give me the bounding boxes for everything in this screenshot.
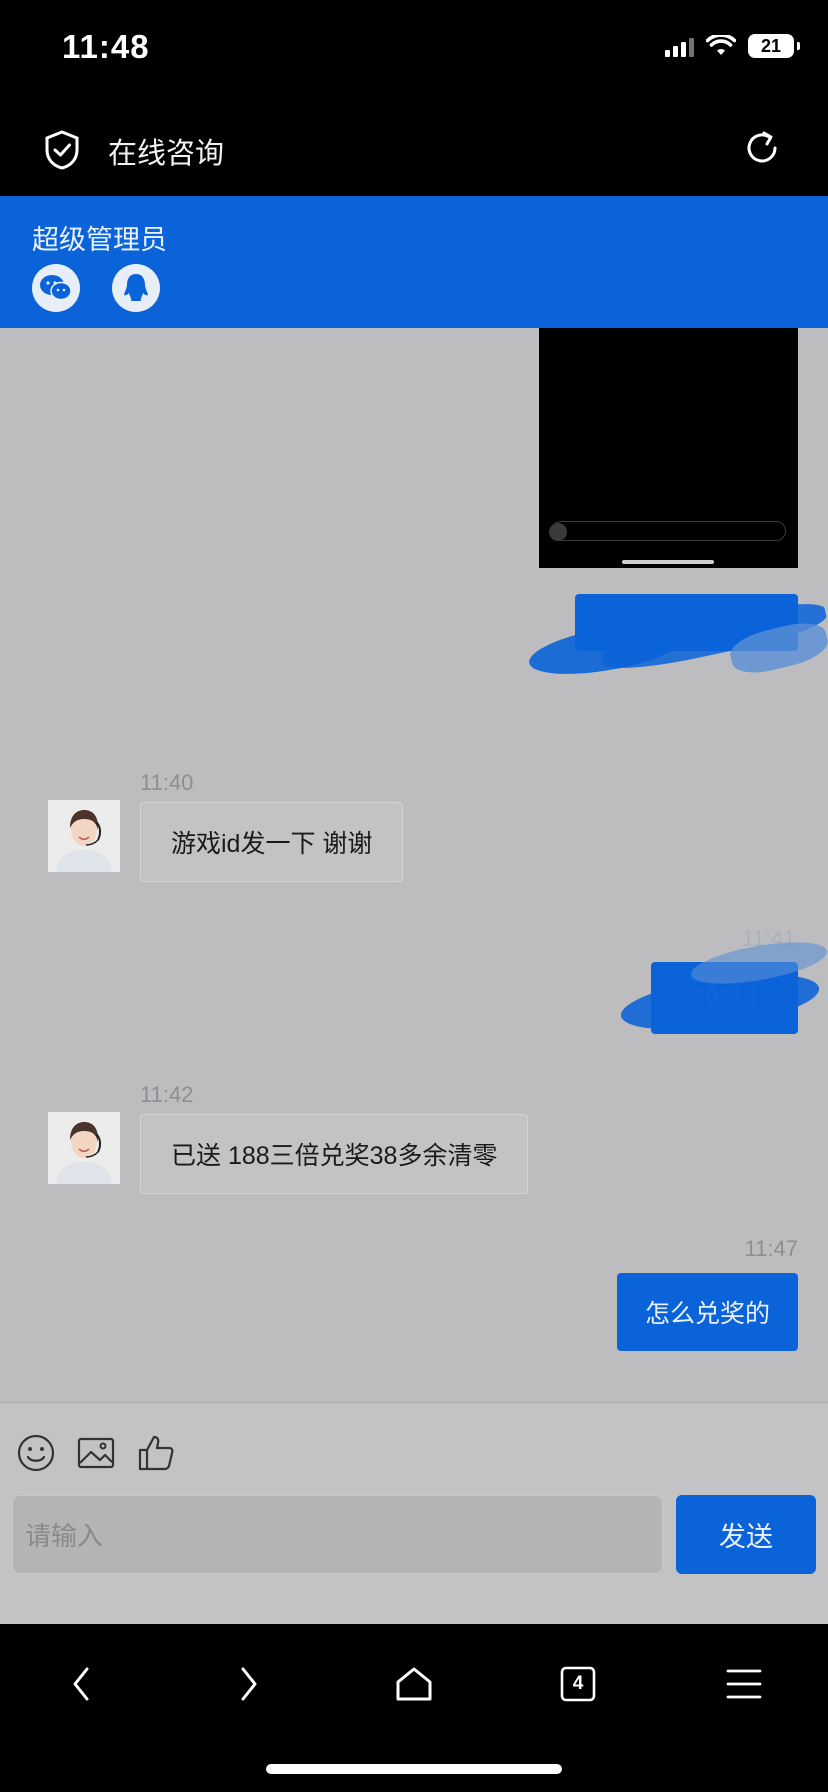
menu-icon[interactable] (714, 1654, 774, 1714)
agent-name: 超级管理员 (32, 225, 167, 255)
send-button[interactable]: 发送 (676, 1495, 816, 1574)
status-bar: 11:48 21 (0, 0, 828, 100)
signal-icon (665, 35, 694, 57)
home-icon[interactable] (384, 1654, 444, 1714)
status-time: 11:48 (62, 28, 150, 65)
tabs-icon[interactable]: 4 (548, 1654, 608, 1714)
image-message[interactable] (539, 328, 798, 568)
message-input[interactable]: 请输入 (12, 1495, 663, 1574)
header-title: 在线咨询 (108, 138, 225, 170)
screenshot-home-bar (622, 560, 714, 564)
agent-avatar (48, 800, 120, 872)
outgoing-message-bubble[interactable]: 怎么兑奖的 (616, 1273, 798, 1351)
incoming-message-bubble[interactable]: 游戏id发一下 谢谢 (140, 802, 404, 882)
battery-icon: 21 (748, 34, 800, 58)
agent-avatar (48, 1112, 120, 1184)
back-icon[interactable] (52, 1654, 112, 1714)
message-time: 11:42 (140, 1082, 194, 1107)
shield-check-icon (45, 130, 79, 170)
chat-area[interactable]: 11:40 游戏id发一下 谢谢 11:41 529213 11:42 (0, 328, 828, 1402)
qq-icon[interactable] (112, 264, 160, 312)
refresh-icon[interactable] (742, 128, 782, 168)
header: 在线咨询 (0, 100, 828, 196)
status-icons: 21 (665, 34, 800, 58)
image-icon[interactable] (76, 1433, 116, 1473)
screenshot-input-bar (551, 521, 786, 541)
incoming-message-bubble[interactable]: 已送 188三倍兑奖38多余清零 (140, 1114, 529, 1194)
home-indicator[interactable] (266, 1764, 562, 1774)
input-panel: 请输入 发送 (0, 1402, 828, 1624)
tab-count: 4 (572, 1673, 584, 1694)
forward-icon[interactable] (218, 1654, 278, 1714)
agent-banner: 超级管理员 (0, 196, 828, 328)
message-time: 11:47 (744, 1236, 798, 1261)
wifi-icon (706, 35, 736, 55)
wechat-icon[interactable] (32, 264, 80, 312)
emoji-icon[interactable] (16, 1433, 56, 1473)
message-time: 11:40 (140, 770, 194, 795)
thumbs-up-icon[interactable] (136, 1433, 176, 1473)
